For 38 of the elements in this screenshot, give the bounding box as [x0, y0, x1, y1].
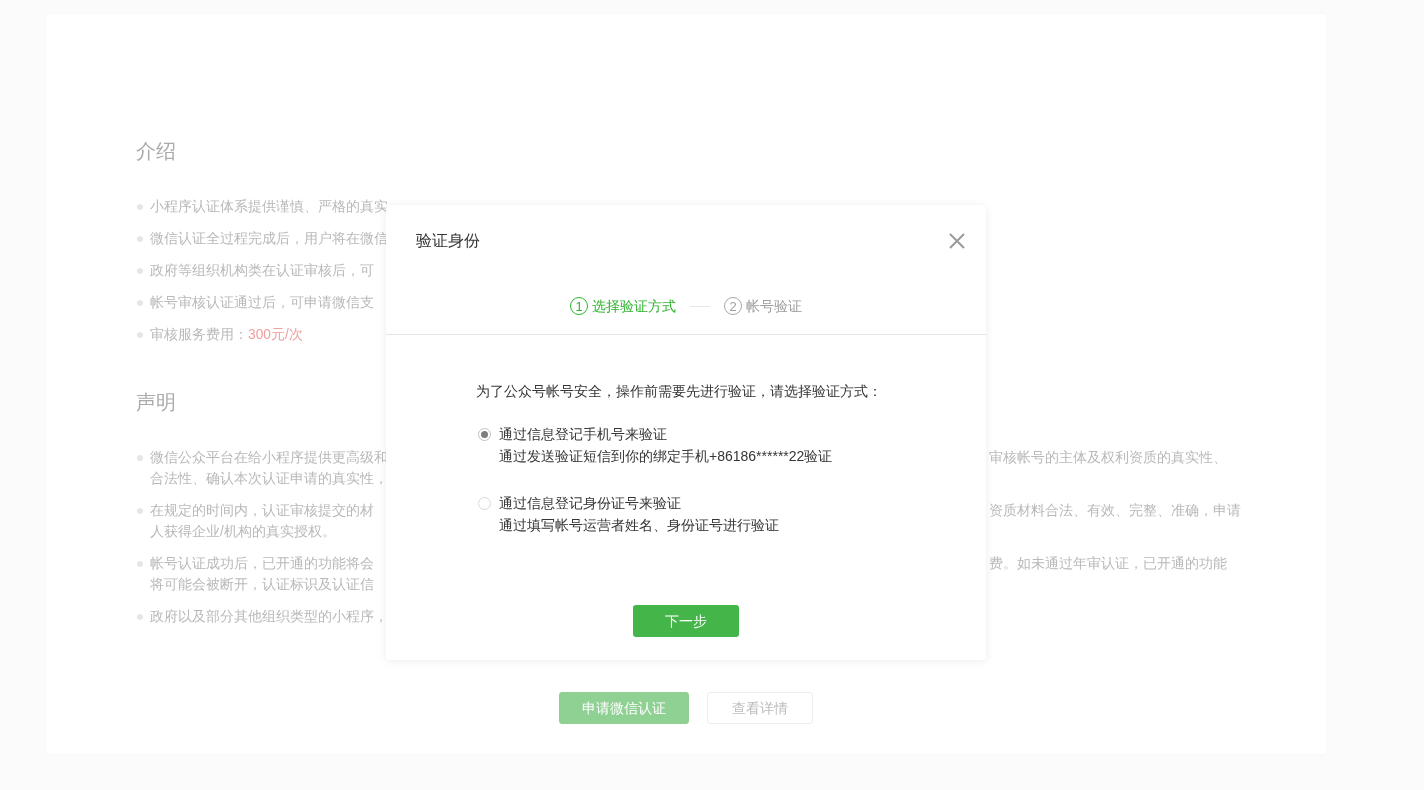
- option-description: 通过发送验证短信到你的绑定手机+86186******22验证: [499, 447, 833, 466]
- list-item-text: 帐号审核认证通过后，可申请微信支: [150, 295, 374, 310]
- list-item-text: 合法性、确认本次认证申请的真实性，: [150, 471, 388, 486]
- list-item-text: 将可能会被断开，认证标识及认证信: [150, 577, 374, 592]
- bullet-icon: [137, 235, 143, 242]
- list-item-text: 审核帐号的主体及权利资质的真实性、: [989, 449, 1227, 467]
- list-item-text: 政府等组织机构类在认证审核后，可: [150, 263, 374, 278]
- bullet-icon: [137, 454, 143, 461]
- apply-button[interactable]: 申请微信认证: [559, 692, 689, 724]
- list-item-text: 审核服务费用：300元/次: [150, 327, 303, 342]
- list-item-text: 在规定的时间内，认证审核提交的材: [150, 503, 374, 518]
- bullet-icon: [137, 299, 143, 306]
- list-item-text: 费。如未通过年审认证，已开通的功能: [989, 555, 1227, 573]
- bullet-icon: [137, 331, 143, 338]
- list-item-text: 资质材料合法、有效、完整、准确，申请: [989, 502, 1241, 520]
- section-title: 声明: [136, 390, 176, 415]
- list-item-text: 帐号认证成功后，已开通的功能将会: [150, 556, 374, 571]
- section-title: 介绍: [136, 139, 176, 164]
- bullet-icon: [137, 507, 143, 514]
- dialog-title: 验证身份: [416, 231, 480, 251]
- close-button[interactable]: [949, 233, 965, 249]
- view-details-button[interactable]: 查看详情: [707, 692, 813, 724]
- bullet-icon: [137, 203, 143, 210]
- instruction-text: 为了公众号帐号安全，操作前需要先进行验证，请选择验证方式：: [476, 382, 883, 401]
- radio-button[interactable]: [478, 496, 491, 510]
- step-label: 帐号验证: [746, 297, 802, 316]
- next-button[interactable]: 下一步: [633, 605, 739, 637]
- option-title: 通过信息登记身份证号来验证: [499, 494, 682, 513]
- bullet-icon: [137, 267, 143, 274]
- option-description: 通过填写帐号运营者姓名、身份证号进行验证: [499, 516, 779, 535]
- option-title: 通过信息登记手机号来验证: [499, 425, 668, 444]
- list-item-text: 微信认证全过程完成后，用户将在微信: [150, 231, 388, 246]
- list-item-text: 人获得企业/机构的真实授权。: [150, 524, 336, 539]
- radio-button[interactable]: [478, 427, 491, 441]
- step-label: 选择验证方式: [592, 297, 676, 316]
- bullet-icon: [137, 613, 143, 620]
- bullet-icon: [137, 560, 143, 567]
- list-item-text: 政府以及部分其他组织类型的小程序，: [150, 609, 388, 624]
